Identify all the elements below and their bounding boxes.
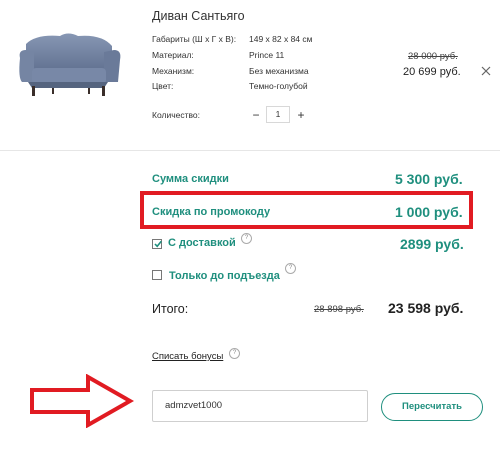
quantity-increase-button[interactable]: + xyxy=(294,107,308,123)
total-value: 23 598 руб. xyxy=(388,300,464,316)
quantity-label: Количество: xyxy=(152,110,201,120)
product-price: 20 699 руб. xyxy=(403,66,461,78)
promo-discount-value: 1 000 руб. xyxy=(395,204,463,220)
delivery-value: 2899 руб. xyxy=(400,236,464,252)
spec-value-dimensions: 149 х 82 х 84 см xyxy=(249,34,313,44)
section-divider xyxy=(0,150,500,151)
spec-label-dimensions: Габариты (Ш х Г х В): xyxy=(152,34,237,44)
spec-label-material: Материал: xyxy=(152,50,194,60)
spec-value-mechanism: Без механизма xyxy=(249,66,309,76)
pickup-help-icon[interactable]: ? xyxy=(285,263,296,274)
delivery-help-icon[interactable]: ? xyxy=(241,233,252,244)
close-icon xyxy=(481,66,491,76)
product-old-price: 28 000 руб. xyxy=(408,51,458,62)
discount-sum-value: 5 300 руб. xyxy=(395,171,463,187)
quantity-decrease-button[interactable]: − xyxy=(249,107,263,123)
product-image xyxy=(12,28,124,100)
total-label: Итого: xyxy=(152,302,189,316)
spec-value-color: Темно-голубой xyxy=(249,81,308,91)
remove-item-button[interactable] xyxy=(479,64,493,78)
promo-discount-label: Скидка по промокоду xyxy=(152,206,271,218)
pickup-checkbox[interactable] xyxy=(152,270,162,280)
product-title: Диван Сантьяго xyxy=(152,9,245,23)
promo-code-input[interactable]: admzvet1000 xyxy=(152,390,368,422)
red-arrow-annotation xyxy=(28,373,136,433)
use-bonuses-link[interactable]: Списать бонусы xyxy=(152,351,223,362)
pickup-label[interactable]: Только до подъезда xyxy=(169,270,280,282)
checkmark-icon xyxy=(154,240,162,248)
discount-sum-label: Сумма скидки xyxy=(152,173,229,185)
recalculate-button[interactable]: Пересчитать xyxy=(381,393,483,421)
delivery-checkbox[interactable] xyxy=(152,239,162,249)
quantity-input[interactable]: 1 xyxy=(266,106,290,123)
spec-label-mechanism: Механизм: xyxy=(152,66,195,76)
total-old-price: 28 898 руб. xyxy=(314,304,364,315)
delivery-label[interactable]: С доставкой xyxy=(168,237,236,249)
spec-value-material: Prince 11 xyxy=(249,50,285,60)
spec-label-color: Цвет: xyxy=(152,81,174,91)
bonus-help-icon[interactable]: ? xyxy=(229,348,240,359)
